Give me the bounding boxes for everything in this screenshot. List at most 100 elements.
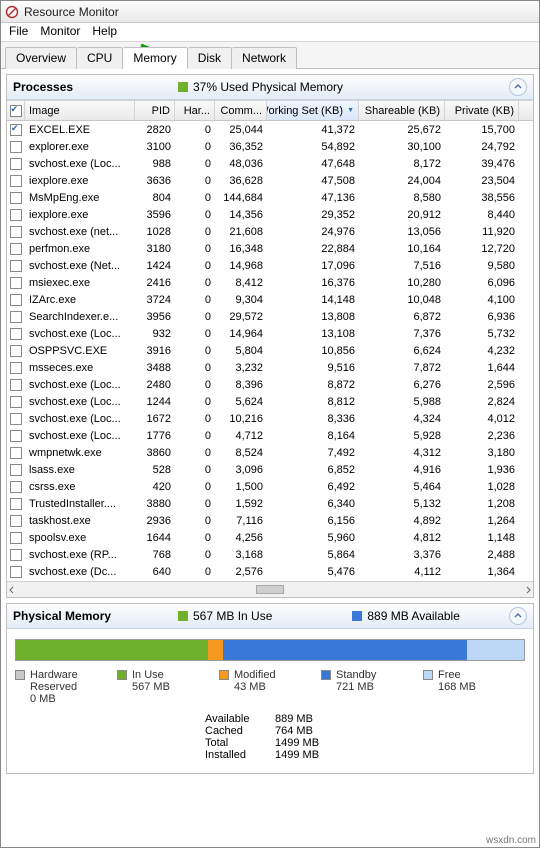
table-row[interactable]: taskhost.exe293607,1166,1564,8921,264 xyxy=(7,512,533,529)
row-checkbox[interactable] xyxy=(10,226,22,238)
cell-shareable: 5,928 xyxy=(359,430,445,442)
processes-summary: 37% Used Physical Memory xyxy=(193,80,343,94)
col-pid[interactable]: PID xyxy=(135,101,175,120)
tab-network[interactable]: Network xyxy=(232,47,297,69)
table-row[interactable]: lsass.exe52803,0966,8524,9161,936 xyxy=(7,461,533,478)
row-checkbox[interactable] xyxy=(10,362,22,374)
row-checkbox[interactable] xyxy=(10,447,22,459)
row-checkbox[interactable] xyxy=(10,294,22,306)
table-row[interactable]: IZArc.exe372409,30414,14810,0484,100 xyxy=(7,291,533,308)
cell-image: svchost.exe (Net... xyxy=(25,260,135,272)
col-private[interactable]: Private (KB) xyxy=(445,101,519,120)
row-checkbox[interactable] xyxy=(10,396,22,408)
cell-pid: 1672 xyxy=(135,413,175,425)
cell-image: taskhost.exe xyxy=(25,515,135,527)
row-checkbox[interactable] xyxy=(10,260,22,272)
checkbox-all[interactable] xyxy=(10,105,22,117)
table-row[interactable]: svchost.exe (Net...1424014,96817,0967,51… xyxy=(7,257,533,274)
table-row[interactable]: SearchIndexer.e...3956029,57213,8086,872… xyxy=(7,308,533,325)
row-checkbox[interactable] xyxy=(10,379,22,391)
cell-pid: 1776 xyxy=(135,430,175,442)
cell-shareable: 7,872 xyxy=(359,362,445,374)
physical-header[interactable]: Physical Memory 567 MB In Use 889 MB Ava… xyxy=(7,604,533,629)
collapse-icon[interactable] xyxy=(509,78,527,96)
collapse-icon-2[interactable] xyxy=(509,607,527,625)
tab-disk[interactable]: Disk xyxy=(188,47,232,69)
hscrollbar[interactable] xyxy=(7,581,533,597)
table-row[interactable]: svchost.exe (Loc...124405,6248,8125,9882… xyxy=(7,393,533,410)
cell-working: 24,976 xyxy=(267,226,359,238)
menubar: File Monitor Help xyxy=(1,23,539,42)
row-checkbox[interactable] xyxy=(10,141,22,153)
row-checkbox[interactable] xyxy=(10,549,22,561)
tab-cpu[interactable]: CPU xyxy=(77,47,123,69)
table-row[interactable]: csrss.exe42001,5006,4925,4641,028 xyxy=(7,478,533,495)
table-row[interactable]: services.exe51203,3365,2523,0282,224 xyxy=(7,580,533,581)
table-body[interactable]: EXCEL.EXE2820025,04441,37225,67215,700ex… xyxy=(7,121,533,581)
table-row[interactable]: explorer.exe3100036,35254,89230,10024,79… xyxy=(7,138,533,155)
table-row[interactable]: EXCEL.EXE2820025,04441,37225,67215,700 xyxy=(7,121,533,138)
cell-pid: 3100 xyxy=(135,141,175,153)
row-checkbox[interactable] xyxy=(10,192,22,204)
row-checkbox[interactable] xyxy=(10,413,22,425)
table-row[interactable]: svchost.exe (Loc...177604,7128,1645,9282… xyxy=(7,427,533,444)
row-checkbox[interactable] xyxy=(10,515,22,527)
table-row[interactable]: msiexec.exe241608,41216,37610,2806,096 xyxy=(7,274,533,291)
row-checkbox[interactable] xyxy=(10,498,22,510)
cell-shareable: 30,100 xyxy=(359,141,445,153)
row-checkbox[interactable] xyxy=(10,481,22,493)
cell-commit: 3,096 xyxy=(215,464,267,476)
row-checkbox[interactable] xyxy=(10,175,22,187)
scroll-thumb[interactable] xyxy=(256,585,284,594)
col-working[interactable]: Working Set (KB)▼ xyxy=(267,101,359,120)
table-row[interactable]: wmpnetwk.exe386008,5247,4924,3123,180 xyxy=(7,444,533,461)
row-checkbox[interactable] xyxy=(10,277,22,289)
row-checkbox[interactable] xyxy=(10,243,22,255)
table-row[interactable]: msseces.exe348803,2329,5167,8721,644 xyxy=(7,359,533,376)
col-shareable[interactable]: Shareable (KB) xyxy=(359,101,445,120)
col-check[interactable] xyxy=(7,101,25,120)
tab-memory[interactable]: Memory xyxy=(123,47,187,69)
table-row[interactable]: spoolsv.exe164404,2565,9604,8121,148 xyxy=(7,529,533,546)
row-checkbox[interactable] xyxy=(10,464,22,476)
table-row[interactable]: svchost.exe (Loc...248008,3968,8726,2762… xyxy=(7,376,533,393)
cell-commit: 16,348 xyxy=(215,243,267,255)
table-row[interactable]: svchost.exe (Dc...64002,5765,4764,1121,3… xyxy=(7,563,533,580)
row-checkbox[interactable] xyxy=(10,158,22,170)
cell-shareable: 7,376 xyxy=(359,328,445,340)
table-row[interactable]: svchost.exe (Loc...932014,96413,1087,376… xyxy=(7,325,533,342)
table-row[interactable]: svchost.exe (RP...76803,1685,8643,3762,4… xyxy=(7,546,533,563)
col-hard[interactable]: Har... xyxy=(175,101,215,120)
titlebar: Resource Monitor xyxy=(1,1,539,23)
menu-file[interactable]: File xyxy=(9,24,28,38)
table-row[interactable]: perfmon.exe3180016,34822,88410,16412,720 xyxy=(7,240,533,257)
scroll-left-icon[interactable] xyxy=(7,585,17,595)
row-checkbox[interactable] xyxy=(10,430,22,442)
row-checkbox[interactable] xyxy=(10,311,22,323)
row-checkbox[interactable] xyxy=(10,345,22,357)
table-row[interactable]: iexplore.exe3596014,35629,35220,9128,440 xyxy=(7,206,533,223)
row-checkbox[interactable] xyxy=(10,566,22,578)
scroll-right-icon[interactable] xyxy=(523,585,533,595)
row-checkbox[interactable] xyxy=(10,328,22,340)
stat-total-l: Total xyxy=(205,737,275,749)
tab-overview[interactable]: Overview xyxy=(5,47,77,69)
row-checkbox[interactable] xyxy=(10,532,22,544)
table-row[interactable]: svchost.exe (Loc...1672010,2168,3364,324… xyxy=(7,410,533,427)
col-working-label: Working Set (KB) xyxy=(267,105,343,117)
memory-bar xyxy=(15,639,525,661)
row-checkbox[interactable] xyxy=(10,209,22,221)
table-row[interactable]: iexplore.exe3636036,62847,50824,00423,50… xyxy=(7,172,533,189)
row-checkbox[interactable] xyxy=(10,124,22,136)
table-row[interactable]: svchost.exe (Loc...988048,03647,6488,172… xyxy=(7,155,533,172)
menu-monitor[interactable]: Monitor xyxy=(40,24,80,38)
table-row[interactable]: TrustedInstaller....388001,5926,3405,132… xyxy=(7,495,533,512)
menu-help[interactable]: Help xyxy=(92,24,117,38)
col-commit[interactable]: Comm... xyxy=(215,101,267,120)
table-row[interactable]: OSPPSVC.EXE391605,80410,8566,6244,232 xyxy=(7,342,533,359)
table-row[interactable]: MsMpEng.exe8040144,68447,1368,58038,556 xyxy=(7,189,533,206)
col-image[interactable]: Image xyxy=(25,101,135,120)
cell-hard: 0 xyxy=(175,226,215,238)
processes-header[interactable]: Processes 37% Used Physical Memory xyxy=(7,75,533,100)
table-row[interactable]: svchost.exe (net...1028021,60824,97613,0… xyxy=(7,223,533,240)
